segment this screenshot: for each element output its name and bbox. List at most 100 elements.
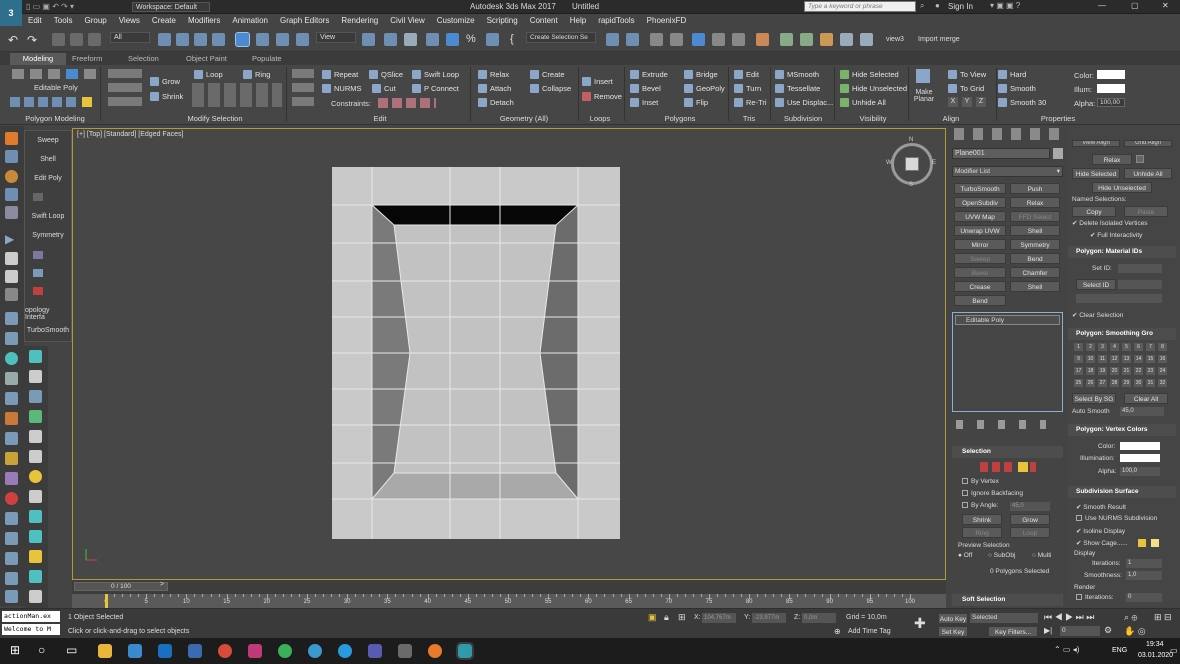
constraint-icons[interactable]: [378, 98, 436, 108]
nurms-button[interactable]: NURMS: [322, 83, 362, 94]
viewcube-s[interactable]: S: [909, 182, 913, 188]
blender-icon[interactable]: [428, 644, 442, 658]
notification-icon[interactable]: ▭: [1170, 646, 1178, 655]
use-displace-button[interactable]: Use Displac...: [775, 97, 833, 108]
turn-button[interactable]: Turn: [734, 83, 761, 94]
side-icon-12[interactable]: [29, 570, 42, 583]
flyout-sweep[interactable]: Sweep: [25, 137, 71, 144]
viewcube-face[interactable]: [905, 157, 919, 171]
clock-time[interactable]: 19:34: [1146, 641, 1164, 648]
unhide-all-button[interactable]: Unhide All: [1124, 168, 1172, 179]
selection-rollout-header[interactable]: Selection: [952, 446, 1063, 458]
mod-ffdselect-button[interactable]: FFD Select: [1010, 211, 1060, 222]
side-icon-13[interactable]: [29, 590, 42, 603]
rendered-frame-icon[interactable]: [800, 33, 813, 46]
play-icon[interactable]: ▶: [5, 232, 18, 246]
modifier-stack[interactable]: Editable Poly: [952, 312, 1063, 412]
flyout-icon[interactable]: [33, 269, 43, 277]
smoothing-group-button[interactable]: 12: [1110, 355, 1119, 363]
preview-subobj-radio[interactable]: ○ SubObj: [988, 552, 1015, 559]
view3-label[interactable]: view3: [886, 36, 904, 43]
qslice-button[interactable]: QSlice: [369, 69, 403, 80]
align-x-button[interactable]: X: [948, 97, 958, 107]
ring-button[interactable]: Ring: [962, 527, 1002, 538]
mod-shell-button[interactable]: Shell: [1010, 225, 1060, 236]
lightbulb-icon[interactable]: [5, 352, 18, 365]
side-icon-11[interactable]: [29, 550, 42, 563]
edit-tris-button[interactable]: Edit: [734, 69, 759, 80]
import-merge-label[interactable]: Import merge: [918, 36, 960, 43]
explorer-icon[interactable]: [98, 644, 112, 658]
tool-icon-12[interactable]: [5, 552, 18, 565]
tool-icon-14[interactable]: [5, 590, 18, 603]
current-frame-field[interactable]: 0: [1060, 626, 1100, 636]
hard-button[interactable]: Hard: [998, 69, 1026, 80]
menu-scripting[interactable]: Scripting: [481, 14, 524, 28]
smooth-result-checkbox[interactable]: ✔ Smooth Result: [1076, 503, 1126, 511]
save-icon[interactable]: [368, 644, 382, 658]
material-name-dropdown[interactable]: [1076, 294, 1162, 303]
menu-help[interactable]: Help: [564, 14, 592, 28]
smoothing-group-button[interactable]: 5: [1122, 343, 1131, 351]
mod-uvwmap-button[interactable]: UVW Map: [954, 211, 1006, 222]
smoothing-group-button[interactable]: 16: [1158, 355, 1167, 363]
activeshade-icon[interactable]: [860, 33, 873, 46]
relax-button[interactable]: Relax: [1092, 154, 1132, 165]
grow-button[interactable]: Grow: [1010, 514, 1050, 525]
to-view-button[interactable]: To View: [948, 69, 986, 80]
mod-opensubdiv-button[interactable]: OpenSubdiv: [954, 197, 1006, 208]
footer-visibility[interactable]: Visibility: [848, 114, 898, 124]
outlook-icon[interactable]: [158, 644, 172, 658]
mod-bend2-button[interactable]: Bend: [954, 295, 1006, 306]
shrink-button[interactable]: Shrink: [150, 91, 183, 102]
panel-tabs-icons[interactable]: [954, 128, 1062, 140]
flyout-turbosmooth[interactable]: TurboSmooth: [25, 327, 71, 334]
tray-icons[interactable]: ⌃ ▭ ◂): [1054, 645, 1079, 654]
select-object-icon[interactable]: [158, 33, 171, 46]
mod-crease-button[interactable]: Crease: [954, 281, 1006, 292]
absolute-mode-icon[interactable]: ⊞: [678, 612, 686, 623]
menu-animation[interactable]: Animation: [226, 14, 274, 28]
swift-loop-button[interactable]: Swift Loop: [412, 69, 459, 80]
stack-item-editable-poly[interactable]: Editable Poly: [955, 315, 1060, 325]
render-iterations-spinner[interactable]: 0: [1126, 593, 1162, 602]
subobject-icons[interactable]: [12, 69, 98, 79]
render-iterative-icon[interactable]: [840, 33, 853, 46]
illum-swatch[interactable]: [1097, 84, 1125, 93]
select-rotate-icon[interactable]: [256, 33, 269, 46]
use-nurms-checkbox[interactable]: Use NURMS Subdivision: [1076, 515, 1157, 522]
tool-icon-1[interactable]: [5, 312, 18, 325]
photo-icon[interactable]: [398, 644, 412, 658]
msmooth-button[interactable]: MSmooth: [775, 69, 819, 80]
side-icon-2[interactable]: [29, 370, 42, 383]
create-button[interactable]: Create: [530, 69, 565, 80]
menu-modifiers[interactable]: Modifiers: [182, 14, 226, 28]
select-id-button[interactable]: Select ID: [1076, 279, 1116, 290]
search-icon[interactable]: ⌕: [920, 1, 924, 11]
smoothing-group-button[interactable]: 4: [1110, 343, 1119, 351]
mod-sweep-button[interactable]: Sweep: [954, 253, 1006, 264]
tool-icon-5[interactable]: [5, 412, 18, 425]
layer-icon[interactable]: [5, 170, 18, 183]
tab-object-paint[interactable]: Object Paint: [186, 53, 227, 65]
footer-edit[interactable]: Edit: [360, 114, 400, 124]
checkbox-icon[interactable]: [1076, 594, 1082, 600]
smoothing-groups-rollout-header[interactable]: Polygon: Smoothing Gro: [1068, 328, 1176, 340]
repeat-button[interactable]: Repeat: [322, 69, 358, 80]
preview-multi-radio[interactable]: ○ Multi: [1032, 552, 1051, 559]
subdivision-surface-rollout-header[interactable]: Subdivision Surface: [1068, 486, 1176, 498]
footer-properties[interactable]: Properties: [1030, 114, 1086, 124]
mod-push-button[interactable]: Push: [1010, 183, 1060, 194]
side-icon-10[interactable]: [29, 530, 42, 543]
schematic-view-icon[interactable]: [732, 33, 745, 46]
time-ruler[interactable]: 0510152025303540455055606570758085909510…: [72, 594, 946, 608]
cage-color-swatch-1[interactable]: [1138, 539, 1146, 547]
menu-views[interactable]: Views: [113, 14, 146, 28]
flip-button[interactable]: Flip: [684, 97, 708, 108]
select-id-spinner[interactable]: [1118, 280, 1162, 289]
nav-orbit-icon[interactable]: ✋ ◎: [1124, 626, 1146, 637]
smoothing-group-button[interactable]: 7: [1146, 343, 1155, 351]
grow-button[interactable]: Grow: [150, 76, 180, 87]
smoothing-group-button[interactable]: 30: [1134, 379, 1143, 387]
smooth30-button[interactable]: Smooth 30: [998, 97, 1046, 108]
